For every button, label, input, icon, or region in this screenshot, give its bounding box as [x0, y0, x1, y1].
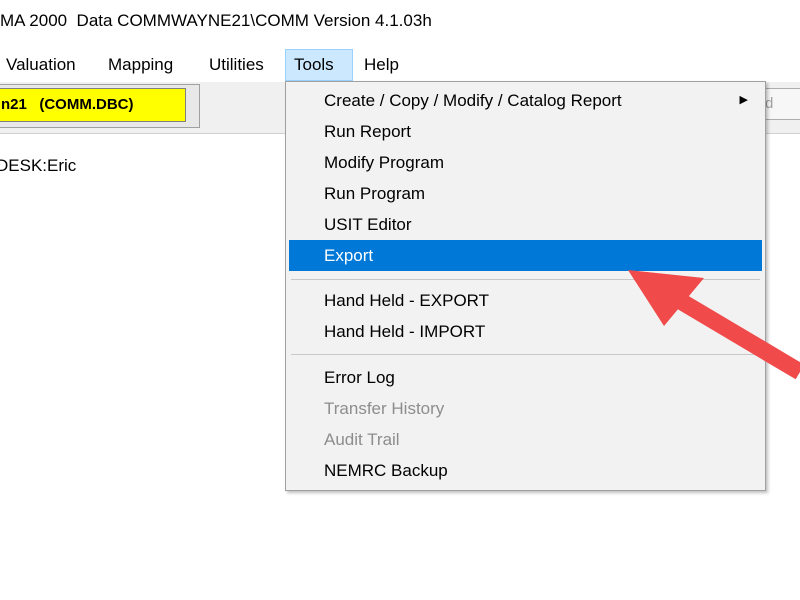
menu-separator	[291, 279, 760, 280]
menu-item-error-log[interactable]: Error Log	[289, 362, 762, 393]
menu-item-hand-held-export[interactable]: Hand Held - EXPORT	[289, 285, 762, 316]
menu-item-hand-held-import[interactable]: Hand Held - IMPORT	[289, 316, 762, 347]
menu-separator	[291, 354, 760, 355]
submenu-arrow-icon: ▶	[739, 94, 748, 106]
menu-item-usit-editor[interactable]: USIT Editor	[289, 209, 762, 240]
menu-item-transfer-history: Transfer History	[324, 399, 445, 418]
menu-item-export[interactable]: Export	[289, 240, 762, 271]
title-bar: MA 2000 Data COMMWAYNE21\COMM Version 4.…	[0, 0, 800, 46]
menu-item-audit-trail: Audit Trail	[324, 430, 400, 449]
menu-mapping[interactable]: Mapping	[100, 49, 181, 81]
menu-item-nemrc-backup[interactable]: NEMRC Backup	[289, 455, 762, 486]
menu-item-label: Create / Copy / Modify / Catalog Report	[324, 91, 622, 110]
menu-item-create-copy-modify-catalog-report[interactable]: Create / Copy / Modify / Catalog Report …	[289, 85, 762, 116]
menu-item-run-program[interactable]: Run Program	[289, 178, 762, 209]
menu-item-run-report[interactable]: Run Report	[289, 116, 762, 147]
menu-valuation[interactable]: Valuation	[0, 49, 84, 81]
menu-utilities[interactable]: Utilities	[201, 49, 272, 81]
menu-item-modify-program[interactable]: Modify Program	[289, 147, 762, 178]
menu-bar: Valuation Mapping Utilities Tools Help	[0, 49, 800, 81]
tools-dropdown-menu: Create / Copy / Modify / Catalog Report …	[285, 81, 766, 491]
application-window: MA 2000 Data COMMWAYNE21\COMM Version 4.…	[0, 0, 800, 600]
database-name-field: n21 (COMM.DBC)	[0, 88, 186, 122]
window-title: MA 2000 Data COMMWAYNE21\COMM Version 4.…	[0, 11, 432, 30]
user-label: DESK:Eric	[0, 156, 77, 175]
menu-tools[interactable]: Tools	[285, 49, 353, 81]
menu-help[interactable]: Help	[356, 49, 407, 81]
